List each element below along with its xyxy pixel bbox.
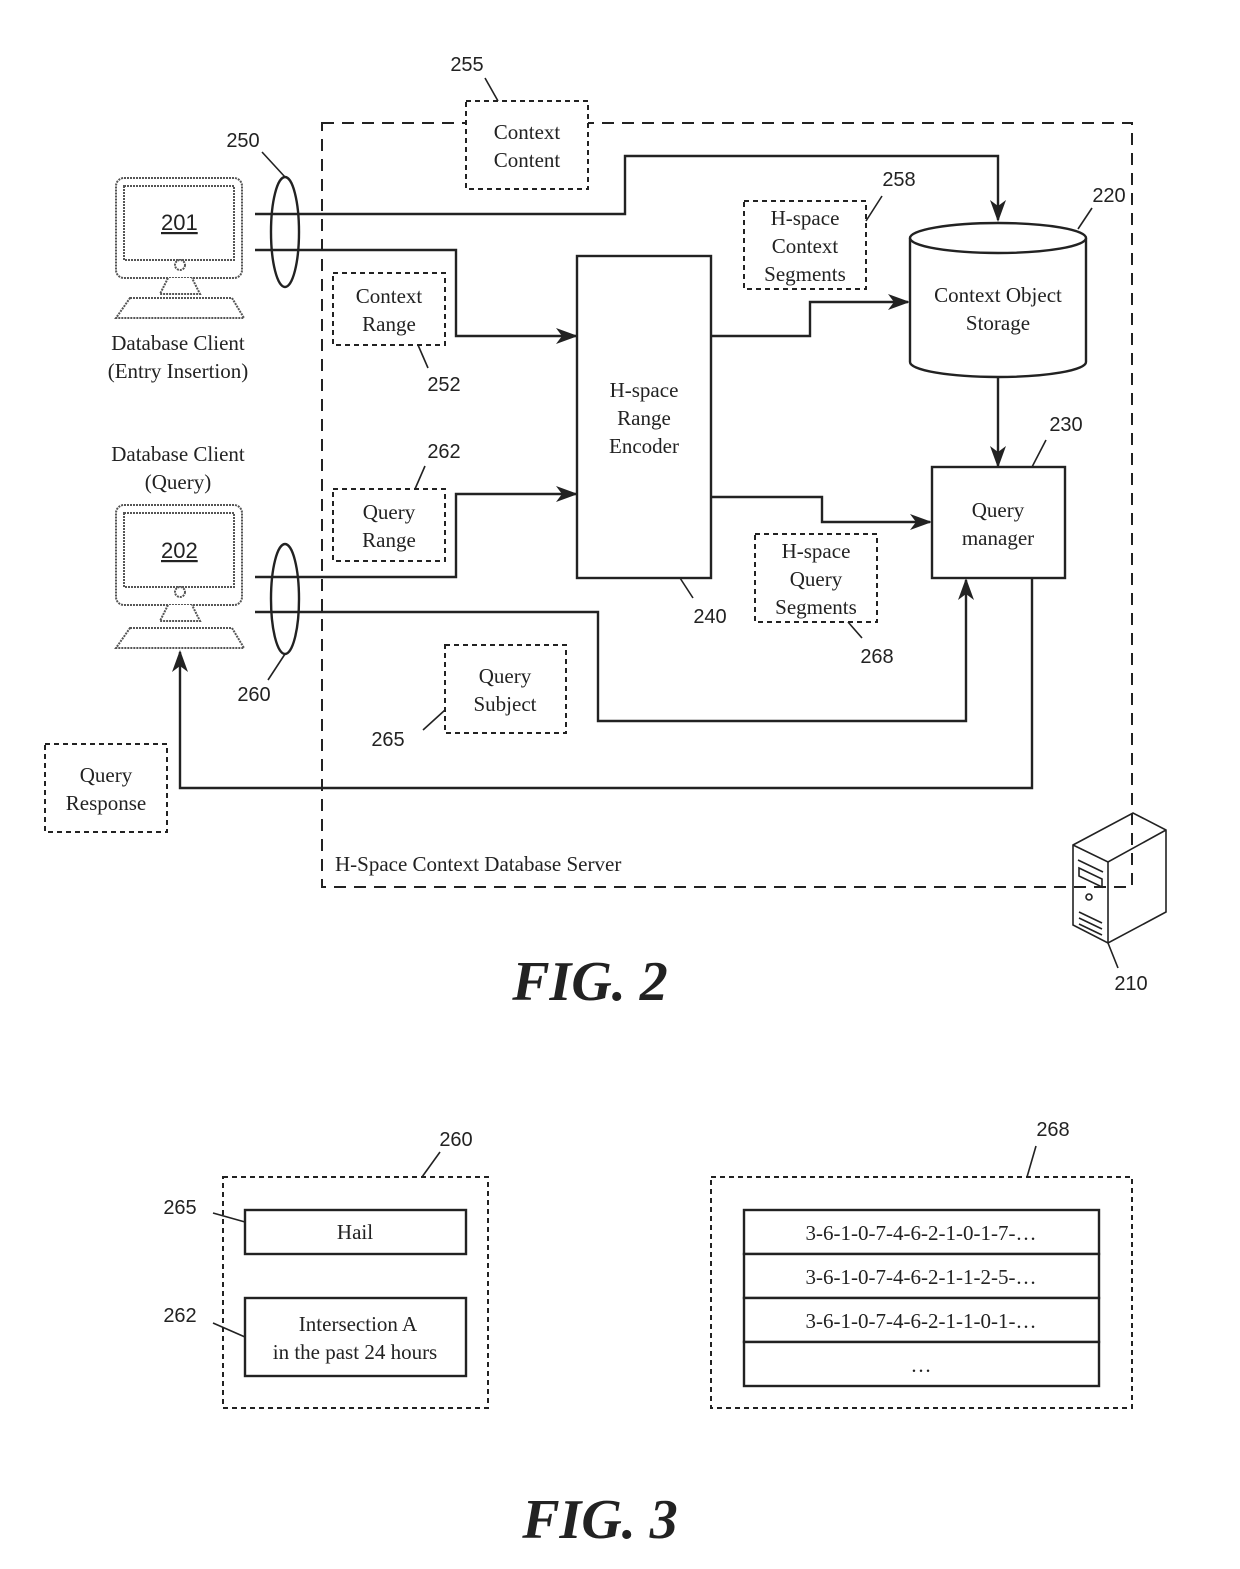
context-object-storage: Context Object Storage 220 <box>908 185 1126 379</box>
query-manager: Query manager 230 <box>930 414 1083 580</box>
label-line3: Encoder <box>609 434 679 458</box>
bundle-260: 260 <box>237 542 301 706</box>
ref-label: 220 <box>1092 185 1125 207</box>
label-line2: Range <box>362 528 416 552</box>
segment-value: 3-6-1-0-7-4-6-2-1-0-1-7-… <box>806 1221 1037 1245</box>
ref-label: 262 <box>427 441 460 463</box>
fig3: 260 Hail 265 Intersection A in the past … <box>163 1119 1133 1551</box>
label-line2: Storage <box>966 311 1030 335</box>
ref-label: 252 <box>427 374 460 396</box>
patent-drawing: H-Space Context Database Server 201 Data… <box>44 54 1167 1551</box>
client-id: 202 <box>161 538 198 563</box>
figure-caption: FIG. 3 <box>521 1489 678 1551</box>
query-range-box: Intersection A in the past 24 hours 262 <box>163 1296 468 1378</box>
ref-label: 255 <box>450 54 483 76</box>
label-line1: Context <box>356 284 423 308</box>
server-icon <box>1072 812 1167 944</box>
hspace-range-encoder: H-space Range Encoder 240 <box>575 254 727 628</box>
label-line3: Segments <box>764 262 846 286</box>
query-range: Query Range 262 <box>332 441 461 562</box>
label-line2: Subject <box>474 692 537 716</box>
ref-label: 260 <box>237 684 270 706</box>
label-line2: Query <box>790 567 843 591</box>
context-range: Context Range 252 <box>332 272 461 396</box>
ref-label: 260 <box>439 1129 472 1151</box>
client-202: Database Client (Query) 202 <box>111 442 246 649</box>
ref-label: 265 <box>163 1197 196 1219</box>
client-id: 201 <box>161 210 198 235</box>
query-260: 260 Hail 265 Intersection A in the past … <box>163 1129 489 1409</box>
label-line1: H-space <box>782 539 851 563</box>
arrow-encoder-to-storage <box>712 294 910 338</box>
segment-value: 3-6-1-0-7-4-6-2-1-1-0-1-… <box>806 1309 1037 1333</box>
ref-label: 230 <box>1049 414 1082 436</box>
label-line1: Query <box>80 763 133 787</box>
query-subject: Query Subject 265 <box>371 644 567 751</box>
query-subject-value: Hail <box>337 1220 373 1244</box>
query-response: Query Response <box>44 743 168 833</box>
label-line1: H-space <box>771 206 840 230</box>
client-label-line1: Database Client <box>111 442 245 466</box>
label-line2: Range <box>617 406 671 430</box>
query-range-line1: Intersection A <box>299 1312 418 1336</box>
hspace-context-segments: H-space Context Segments 258 <box>743 169 916 290</box>
label-line1: H-space <box>610 378 679 402</box>
query-segments-268: 268 3-6-1-0-7-4-6-2-1-0-1-7-… 3-6-1-0-7-… <box>710 1119 1133 1409</box>
label-line2: manager <box>962 526 1034 550</box>
fig2: H-Space Context Database Server 201 Data… <box>44 54 1167 1013</box>
arrow-response-to-client <box>172 578 1034 790</box>
client-label-line2: (Query) <box>145 470 211 494</box>
query-range-line2: in the past 24 hours <box>273 1340 437 1364</box>
ref-label: 268 <box>860 646 893 668</box>
label-line2: Context <box>772 234 839 258</box>
ref-label: 240 <box>693 606 726 628</box>
segment-value: … <box>911 1353 932 1377</box>
ref-label: 268 <box>1036 1119 1069 1141</box>
label-line1: Query <box>363 500 416 524</box>
ref-label: 265 <box>371 729 404 751</box>
label-line1: Query <box>479 664 532 688</box>
server-boundary-label: H-Space Context Database Server <box>335 852 621 876</box>
ref-label: 250 <box>226 130 259 152</box>
client-label-line1: Database Client <box>111 331 245 355</box>
label-line1: Context <box>494 120 561 144</box>
segment-value: 3-6-1-0-7-4-6-2-1-1-2-5-… <box>806 1265 1037 1289</box>
label-line1: Query <box>972 498 1025 522</box>
hspace-query-segments: H-space Query Segments 268 <box>754 533 894 668</box>
label-line2: Range <box>362 312 416 336</box>
context-content: Context Content 255 <box>450 54 589 190</box>
server-210: 210 <box>1072 812 1167 995</box>
label-line3: Segments <box>775 595 857 619</box>
segment-table: 3-6-1-0-7-4-6-2-1-0-1-7-… 3-6-1-0-7-4-6-… <box>742 1208 1101 1388</box>
client-201: 201 Database Client (Entry Insertion) <box>108 177 249 383</box>
ref-label: 210 <box>1114 973 1147 995</box>
label-line2: Response <box>66 791 147 815</box>
label-line2: Content <box>494 148 561 172</box>
computer-icon <box>114 177 246 319</box>
ref-label: 258 <box>882 169 915 191</box>
computer-icon <box>114 504 246 649</box>
ref-label: 262 <box>163 1305 196 1327</box>
figure-caption: FIG. 2 <box>511 951 668 1013</box>
client-label-line2: (Entry Insertion) <box>108 359 249 383</box>
label-line1: Context Object <box>934 283 1062 307</box>
arrow-encoder-to-query-manager <box>712 495 932 530</box>
